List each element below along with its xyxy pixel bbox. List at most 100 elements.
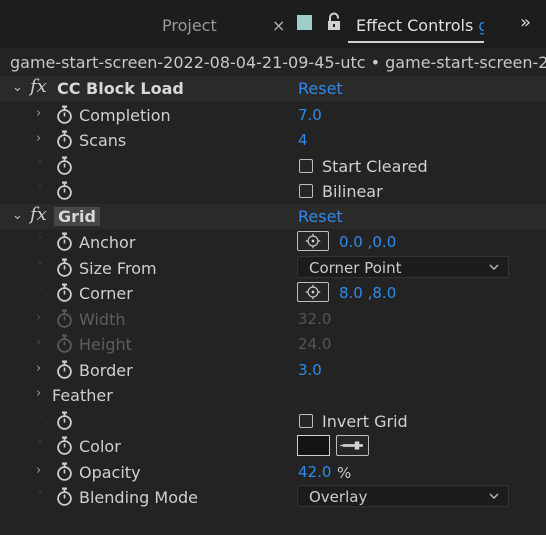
no-twirl-dot: ·: [38, 257, 43, 272]
panel-tab-bar: Project × Effect Controls ga »: [0, 0, 546, 48]
property-row-size-from: · Size From Corner Point: [0, 255, 546, 280]
checkbox-label: Start Cleared: [322, 157, 428, 176]
stopwatch-icon[interactable]: [56, 462, 73, 481]
tab-close-icon[interactable]: ×: [272, 16, 285, 35]
twirl-closed-icon[interactable]: ›: [36, 361, 41, 376]
stopwatch-icon[interactable]: [56, 156, 73, 175]
tab-effect-controls[interactable]: Effect Controls ga: [356, 16, 484, 35]
property-label: Color: [79, 437, 121, 456]
property-label: Corner: [79, 284, 133, 303]
lock-icon[interactable]: [327, 12, 341, 32]
no-twirl-dot: ·: [38, 410, 43, 425]
blending-mode-dropdown[interactable]: Overlay: [297, 485, 509, 507]
dropdown-value: Overlay: [309, 488, 368, 506]
effect-name: CC Block Load: [57, 79, 184, 98]
reset-button[interactable]: Reset: [298, 207, 343, 226]
stopwatch-icon[interactable]: [56, 283, 73, 302]
property-row-height: › Height 24.0: [0, 331, 546, 356]
twirl-closed-icon[interactable]: ›: [36, 131, 41, 146]
property-row-corner: · Corner 8.0 ,8.0: [0, 280, 546, 305]
property-value[interactable]: 4: [298, 131, 308, 149]
twirl-closed-icon: ›: [36, 335, 42, 350]
property-label: Border: [79, 361, 133, 380]
property-row-opacity: › Opacity 42.0 %: [0, 459, 546, 484]
property-row-bilinear: · Bilinear: [0, 178, 546, 203]
property-row-border: › Border 3.0: [0, 357, 546, 382]
property-value: 24.0: [298, 335, 332, 353]
property-row-anchor: · Anchor 0.0 ,0.0: [0, 229, 546, 254]
panel-overflow-icon[interactable]: »: [520, 12, 531, 33]
stopwatch-icon: [56, 334, 73, 353]
stopwatch-icon[interactable]: [56, 181, 73, 200]
invert-grid-checkbox[interactable]: [299, 414, 313, 428]
property-value: 32.0: [298, 310, 332, 328]
layer-breadcrumb: game-start-screen-2022-08-04-21-09-45-ut…: [10, 53, 546, 72]
percent-unit: %: [337, 464, 352, 482]
property-row-width: › Width 32.0: [0, 306, 546, 331]
start-cleared-checkbox[interactable]: [299, 159, 313, 173]
stopwatch-icon[interactable]: [56, 360, 73, 379]
property-row-invert-grid: · Invert Grid: [0, 408, 546, 433]
no-twirl-dot: ·: [38, 180, 43, 195]
bilinear-checkbox[interactable]: [299, 184, 313, 198]
property-label: Width: [79, 310, 126, 329]
twirl-closed-icon[interactable]: ›: [36, 386, 41, 401]
no-twirl-dot: ·: [38, 155, 43, 170]
property-label: Opacity: [79, 463, 141, 482]
fx-toggle-icon[interactable]: fx: [30, 204, 47, 225]
stopwatch-icon[interactable]: [56, 487, 73, 506]
stopwatch-icon[interactable]: [56, 105, 73, 124]
property-value[interactable]: 0.0 ,0.0: [339, 233, 396, 251]
twirl-closed-icon[interactable]: ›: [36, 463, 41, 478]
stopwatch-icon[interactable]: [56, 258, 73, 277]
no-twirl-dot: ·: [38, 486, 43, 501]
point-picker-icon[interactable]: [297, 282, 329, 302]
twirl-closed-icon: ›: [36, 310, 42, 325]
stopwatch-icon: [56, 309, 73, 328]
tab-project[interactable]: Project: [162, 16, 217, 35]
checkbox-label: Invert Grid: [322, 412, 408, 431]
effect-name: Grid: [54, 207, 100, 226]
eyedropper-icon[interactable]: [336, 435, 369, 456]
no-twirl-dot: ·: [38, 282, 43, 297]
stopwatch-icon[interactable]: [56, 436, 73, 455]
tab-effect-controls-label: Effect Controls: [356, 16, 474, 35]
property-row-blending-mode: · Blending Mode Overlay: [0, 484, 546, 509]
stopwatch-icon[interactable]: [56, 232, 73, 251]
fx-toggle-icon[interactable]: fx: [30, 76, 47, 97]
stopwatch-icon[interactable]: [56, 411, 73, 430]
reset-button[interactable]: Reset: [298, 79, 343, 98]
property-row-completion: › Completion 7.0: [0, 102, 546, 127]
tab-effect-controls-layer: ga: [478, 16, 484, 35]
property-label: Anchor: [79, 233, 136, 252]
chevron-down-icon: [489, 263, 499, 271]
twirl-closed-icon[interactable]: ›: [36, 106, 41, 121]
checkbox-label: Bilinear: [322, 182, 383, 201]
property-value[interactable]: 8.0 ,8.0: [339, 284, 396, 302]
property-value[interactable]: 7.0: [298, 106, 322, 124]
property-label: Size From: [79, 259, 157, 278]
property-label: Scans: [79, 131, 127, 150]
chevron-down-icon: [489, 492, 499, 500]
panel-color-swatch-icon: [297, 15, 312, 30]
property-row-start-cleared: · Start Cleared: [0, 153, 546, 178]
property-group-feather: › Feather: [0, 382, 546, 407]
property-value[interactable]: 3.0: [298, 361, 322, 379]
size-from-dropdown[interactable]: Corner Point: [297, 256, 509, 278]
stopwatch-icon[interactable]: [56, 130, 73, 149]
property-row-scans: › Scans 4: [0, 127, 546, 152]
property-row-color: · Color: [0, 433, 546, 458]
property-label: Completion: [79, 106, 171, 125]
property-value[interactable]: 42.0: [298, 463, 331, 481]
point-picker-icon[interactable]: [297, 231, 329, 251]
property-label: Blending Mode: [79, 488, 198, 507]
twirl-open-icon[interactable]: ⌄: [12, 208, 23, 223]
color-swatch[interactable]: [297, 435, 330, 456]
effect-header-cc-block-load[interactable]: ⌄ fx CC Block Load Reset: [0, 76, 546, 101]
no-twirl-dot: ·: [38, 435, 43, 450]
active-tab-indicator: [348, 41, 484, 43]
no-twirl-dot: ·: [38, 231, 43, 246]
dropdown-value: Corner Point: [309, 259, 402, 277]
twirl-open-icon[interactable]: ⌄: [12, 80, 23, 95]
effect-header-grid[interactable]: ⌄ fx Grid Reset: [0, 204, 546, 229]
